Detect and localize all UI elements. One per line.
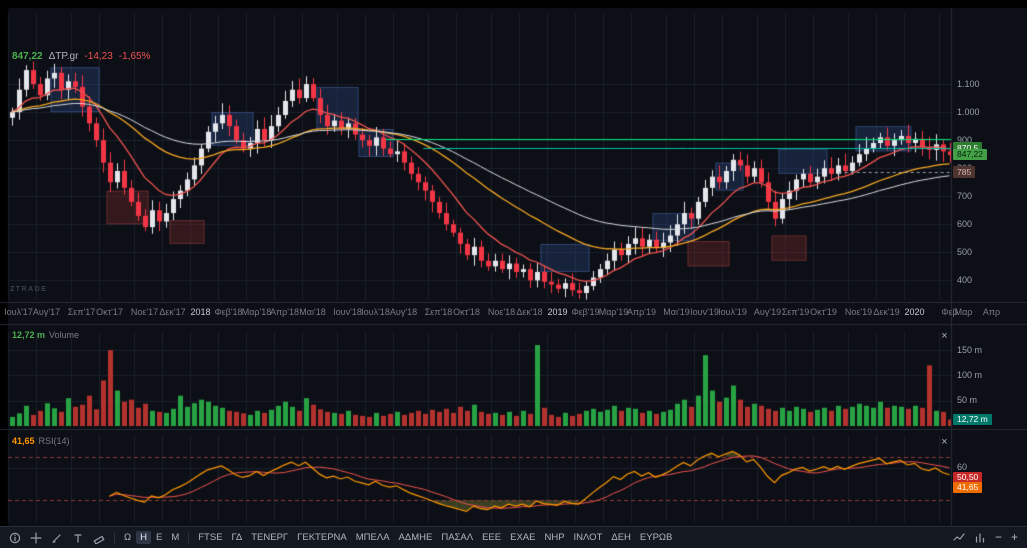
rsi-indicator-name: RSI(14) bbox=[38, 436, 70, 446]
chart-canvas[interactable] bbox=[0, 0, 1027, 528]
interval-button-Η[interactable]: Η bbox=[136, 530, 151, 545]
symbol-button-ΕΕΕ[interactable]: ΕΕΕ bbox=[478, 531, 505, 544]
symbol-shortcuts-group: FTSE ΓΔ ΤΕΝΕΡΓ ΓΕΚΤΕΡΝΑ ΜΠΕΛΑ ΑΔΜΗΕ ΠΑΣΑΛ ΕΕΕ ΕΧ… bbox=[194, 531, 676, 544]
tool-text-button[interactable] bbox=[68, 531, 88, 545]
symbol-button-ΤΕΝΕΡΓ[interactable]: ΤΕΝΕΡΓ bbox=[247, 531, 292, 544]
interval-button-Μ[interactable]: Μ bbox=[167, 531, 183, 544]
legend-symbol: ΔTP.gr bbox=[48, 51, 79, 62]
symbol-button-ΝΗΡ[interactable]: ΝΗΡ bbox=[540, 531, 568, 544]
drawing-tools-group bbox=[5, 531, 109, 545]
symbol-button-ΜΠΕΛΑ[interactable]: ΜΠΕΛΑ bbox=[352, 531, 394, 544]
platform-watermark: ZTRADE bbox=[10, 286, 48, 293]
interval-button-Ε[interactable]: Ε bbox=[152, 531, 166, 544]
info-icon bbox=[9, 532, 21, 543]
symbol-button-FTSE[interactable]: FTSE bbox=[194, 531, 226, 544]
toolbar-separator bbox=[114, 531, 115, 544]
volume-pane-legend: 12,72 m Volume bbox=[12, 331, 79, 340]
chart-controls-group: − + bbox=[949, 529, 1022, 545]
price-axis[interactable] bbox=[952, 8, 1027, 526]
interval-buttons-group: ΩΗΕΜ bbox=[120, 530, 183, 545]
volume-pane-close-button[interactable]: × bbox=[938, 330, 951, 343]
volume-indicator-name: Volume bbox=[49, 330, 80, 340]
rsi-current-value: 41,65 bbox=[12, 436, 35, 446]
chart-line-icon bbox=[953, 533, 965, 542]
tool-pencil-button[interactable] bbox=[47, 531, 67, 545]
legend-change-pct: -1,65% bbox=[118, 51, 151, 62]
symbol-button-ΙΝΛΟΤ[interactable]: ΙΝΛΟΤ bbox=[570, 531, 607, 544]
histogram-toggle-button[interactable] bbox=[970, 530, 990, 544]
time-axis[interactable] bbox=[8, 303, 952, 325]
symbol-button-ΔΕΗ[interactable]: ΔΕΗ bbox=[607, 531, 635, 544]
volume-current-value: 12,72 m bbox=[12, 330, 46, 340]
crosshair-icon bbox=[30, 531, 42, 544]
chart-line-toggle-button[interactable] bbox=[949, 530, 969, 544]
symbol-button-ΕΥΡΩΒ[interactable]: ΕΥΡΩΒ bbox=[636, 531, 676, 544]
symbol-button-ΑΔΜΗΕ[interactable]: ΑΔΜΗΕ bbox=[395, 531, 437, 544]
bottom-toolbar: ΩΗΕΜ FTSE ΓΔ ΤΕΝΕΡΓ ΓΕΚΤΕΡΝΑ ΜΠΕΛΑ ΑΔΜΗΕ ΠΑΣΑΛ… bbox=[0, 526, 1027, 548]
text-icon bbox=[74, 533, 82, 543]
toolbar-separator bbox=[188, 531, 190, 544]
pencil-icon bbox=[52, 533, 61, 543]
tool-info-button[interactable] bbox=[5, 531, 25, 545]
zoom-out-button[interactable]: − bbox=[991, 529, 1006, 545]
rsi-pane-close-button[interactable]: × bbox=[938, 436, 951, 449]
legend-change: -14,23 bbox=[84, 51, 113, 62]
zoom-in-button[interactable]: + bbox=[1007, 529, 1022, 545]
symbol-legend: 847,22 ΔTP.gr -14,23 -1,65% bbox=[12, 52, 156, 62]
symbol-button-ΕΧΑΕ[interactable]: ΕΧΑΕ bbox=[506, 531, 539, 544]
symbol-button-ΓΔ[interactable]: ΓΔ bbox=[228, 531, 247, 544]
symbol-button-ΓΕΚΤΕΡΝΑ[interactable]: ΓΕΚΤΕΡΝΑ bbox=[293, 531, 351, 544]
symbol-button-ΠΑΣΑΛ[interactable]: ΠΑΣΑΛ bbox=[437, 531, 477, 544]
tool-ruler-button[interactable] bbox=[89, 531, 109, 545]
rsi-pane-legend: 41,65 RSI(14) bbox=[12, 437, 70, 446]
trading-chart-window: { "ui": {"close_glyph": "×", "bg": "#0c0… bbox=[0, 0, 1027, 548]
tool-crosshair-button[interactable] bbox=[26, 531, 46, 545]
interval-button-Ω[interactable]: Ω bbox=[120, 531, 135, 544]
histogram-icon bbox=[975, 533, 985, 544]
ruler-icon bbox=[93, 535, 105, 544]
legend-last-price: 847,22 bbox=[12, 51, 43, 62]
